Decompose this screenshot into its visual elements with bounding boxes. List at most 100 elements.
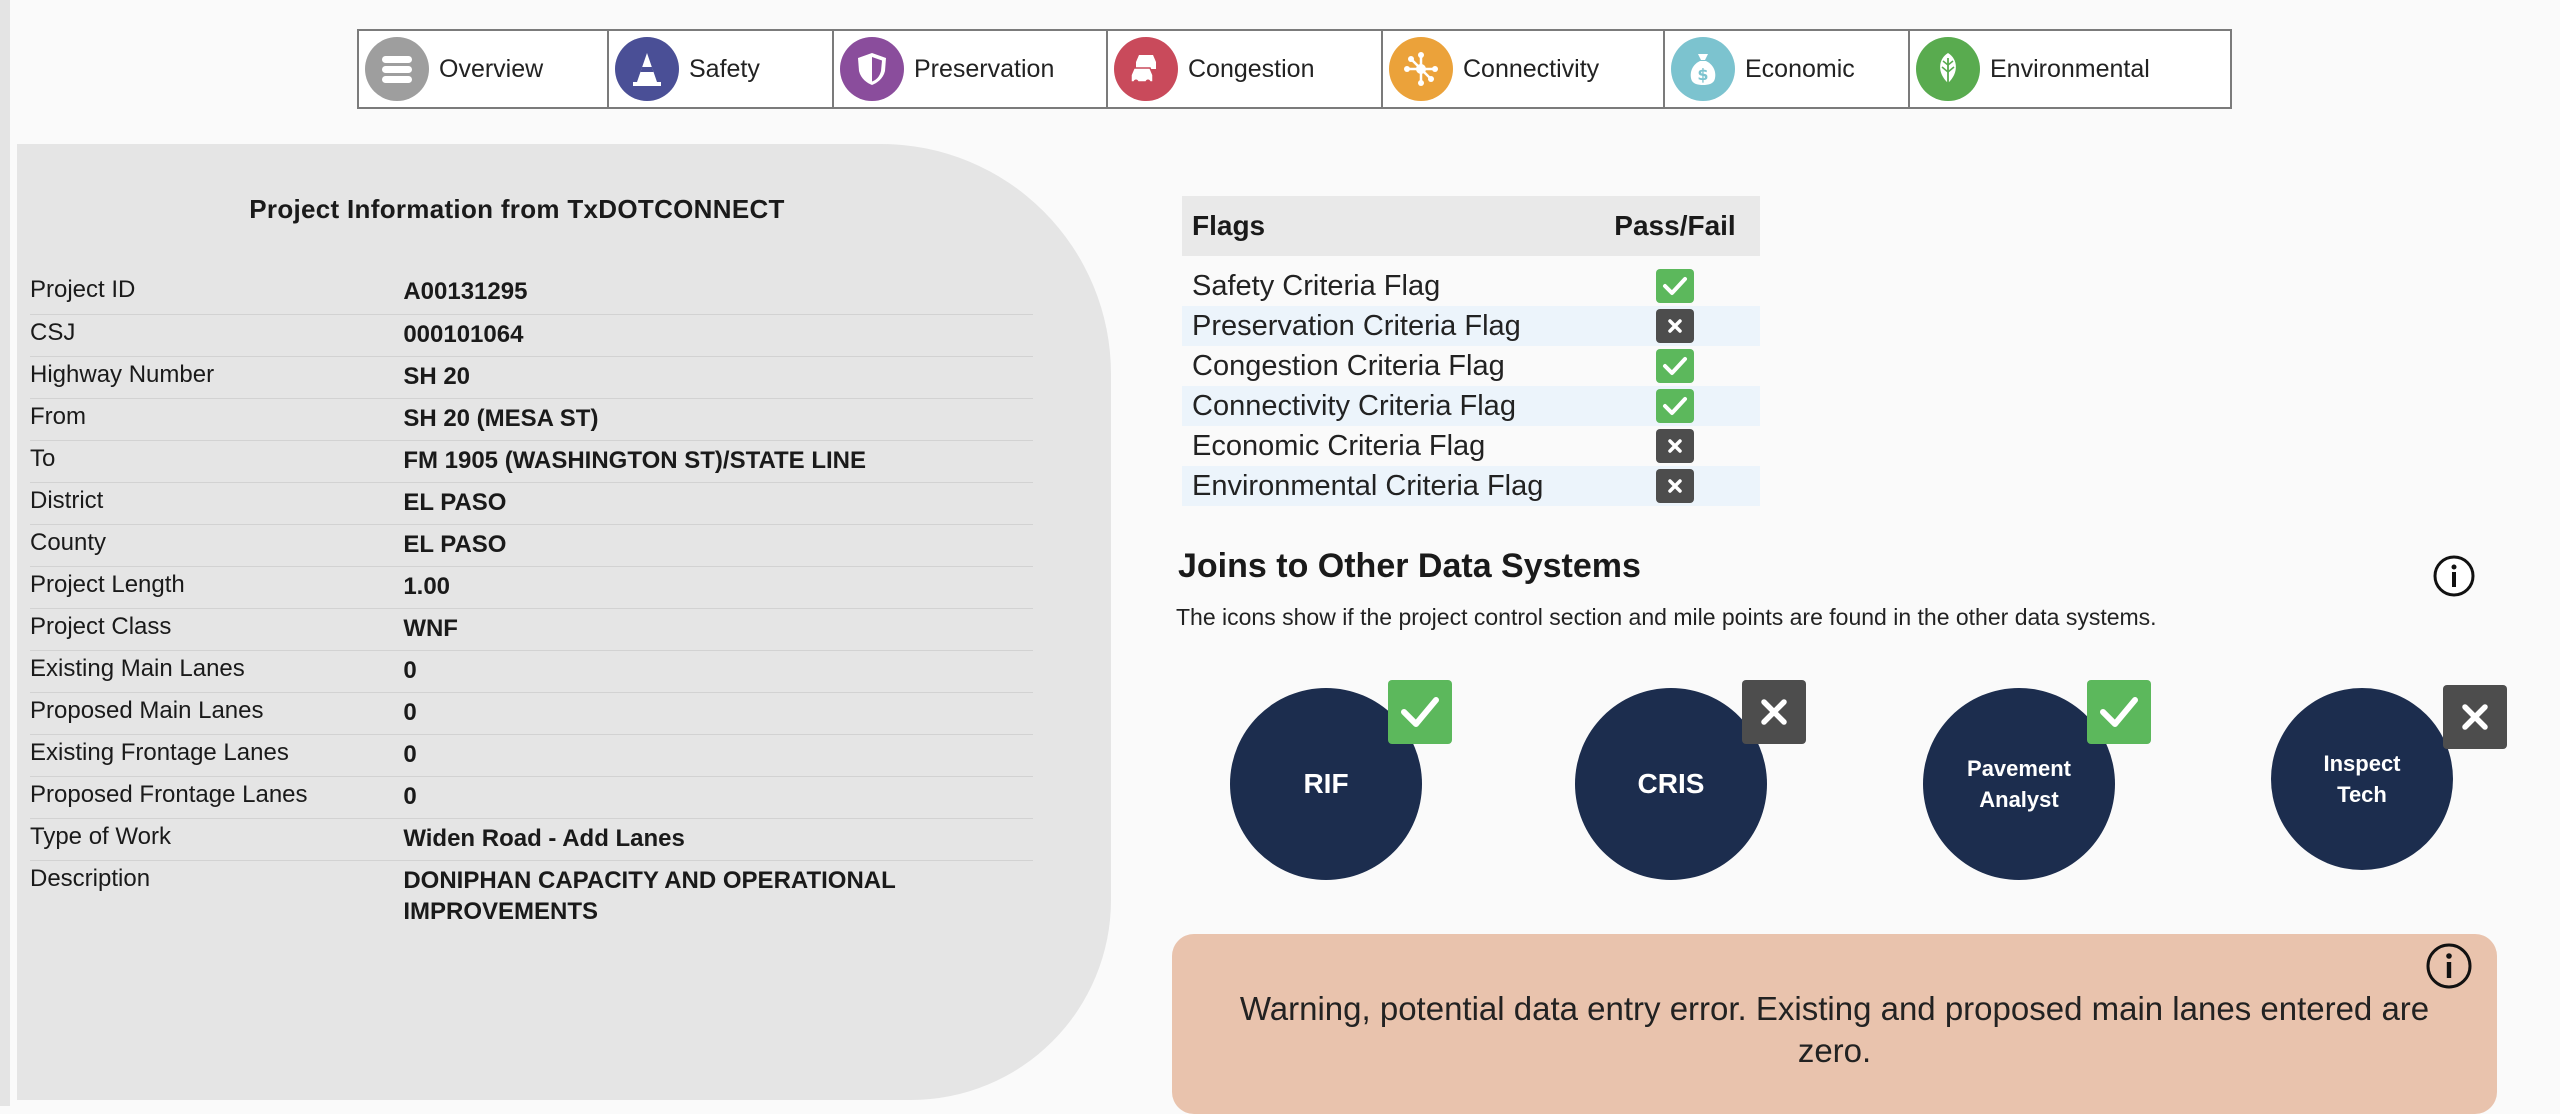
system-cris: CRIS — [1575, 688, 1767, 880]
field-label: Project Length — [30, 566, 404, 609]
field-label: CSJ — [30, 314, 404, 357]
network-icon — [1389, 37, 1453, 101]
flag-label: Connectivity Criteria Flag — [1182, 386, 1590, 426]
table-row: Highway Number SH 20 — [30, 356, 1033, 399]
table-row: To FM 1905 (WASHINGTON ST)/STATE LINE — [30, 440, 1033, 483]
field-label: County — [30, 524, 404, 567]
table-row: Proposed Frontage Lanes 0 — [30, 776, 1033, 819]
field-value: SH 20 (MESA ST) — [403, 398, 1033, 441]
safety-cone-icon — [615, 37, 679, 101]
check-icon — [1656, 349, 1694, 384]
field-value: EL PASO — [403, 524, 1033, 567]
tab-label: Connectivity — [1463, 54, 1600, 83]
tab-economic[interactable]: $ Economic — [1665, 31, 1910, 107]
field-value: SH 20 — [403, 356, 1033, 399]
table-row: Existing Main Lanes 0 — [30, 650, 1033, 693]
table-row: CSJ 000101064 — [30, 314, 1033, 357]
check-icon — [1656, 389, 1694, 424]
table-row: County EL PASO — [30, 524, 1033, 567]
shield-icon — [840, 37, 904, 101]
field-label: District — [30, 482, 404, 525]
table-row: Proposed Main Lanes 0 — [30, 692, 1033, 735]
tab-label: Economic — [1745, 54, 1855, 83]
field-value: EL PASO — [403, 482, 1033, 525]
field-label: Highway Number — [30, 356, 404, 399]
flags-table: Flags Pass/Fail Safety Criteria Flag Pre… — [1182, 196, 1760, 506]
project-info-table: Project ID A00131295 CSJ 000101064 Highway… — [30, 272, 1033, 927]
flag-row: Connectivity Criteria Flag — [1182, 386, 1760, 426]
x-icon — [1742, 680, 1806, 744]
field-label: Proposed Main Lanes — [30, 692, 404, 735]
field-label: Project Class — [30, 608, 404, 651]
tab-overview[interactable]: Overview — [359, 31, 609, 107]
tab-congestion[interactable]: Congestion — [1108, 31, 1383, 107]
table-row: Type of Work Widen Road - Add Lanes — [30, 818, 1033, 861]
field-label: Description — [30, 864, 151, 892]
table-row: From SH 20 (MESA ST) — [30, 398, 1033, 441]
flag-label: Safety Criteria Flag — [1192, 269, 1441, 302]
field-label: Proposed Frontage Lanes — [30, 776, 404, 819]
check-icon — [1388, 680, 1452, 744]
check-icon — [2087, 680, 2151, 744]
field-label: Project ID — [30, 272, 404, 315]
field-label: From — [30, 398, 404, 441]
x-icon — [1656, 469, 1694, 504]
field-label: Type of Work — [30, 818, 404, 861]
x-icon — [2443, 685, 2507, 749]
field-value: Widen Road - Add Lanes — [403, 818, 1033, 861]
warning-text: Warning, potential data entry error. Exi… — [1239, 990, 2430, 1069]
tab-label: Congestion — [1188, 54, 1315, 83]
field-value: FM 1905 (WASHINGTON ST)/STATE LINE — [403, 440, 1033, 483]
system-label: RIF — [1303, 768, 1349, 799]
tab-label: Environmental — [1990, 54, 2150, 83]
warning-banner: Warning, potential data entry error. Exi… — [1172, 934, 2497, 1114]
flag-label: Preservation Criteria Flag — [1182, 306, 1590, 346]
field-label: To — [30, 440, 404, 483]
left-edge-bar — [0, 0, 10, 1106]
flag-row: Preservation Criteria Flag — [1182, 306, 1760, 346]
tab-connectivity[interactable]: Connectivity — [1383, 31, 1665, 107]
info-icon[interactable] — [2432, 554, 2476, 598]
flag-row: Safety Criteria Flag — [1182, 266, 1760, 306]
info-icon[interactable] — [2424, 941, 2474, 991]
money-bag-icon: $ — [1671, 37, 1735, 101]
flag-label: Congestion Criteria Flag — [1192, 349, 1505, 382]
flag-row: Congestion Criteria Flag — [1182, 346, 1760, 386]
field-value: 0 — [403, 734, 1033, 777]
svg-text:$: $ — [1697, 65, 1708, 84]
system-label: CRIS — [1637, 768, 1705, 799]
field-value: A00131295 — [403, 272, 1033, 315]
tab-label: Safety — [689, 54, 760, 83]
tab-safety[interactable]: Safety — [609, 31, 834, 107]
system-inspect-tech: Inspect Tech — [2271, 688, 2453, 870]
table-row: Project Length 1.00 — [30, 566, 1033, 609]
table-row: Description DONIPHAN CAPACITY AND OPERATI… — [30, 860, 1033, 927]
tab-environmental[interactable]: Environmental — [1910, 31, 2230, 107]
table-row: District EL PASO — [30, 482, 1033, 525]
field-value: 000101064 — [403, 314, 1033, 357]
x-icon — [1656, 309, 1694, 344]
category-nav: Overview Safety Preservation Congestion … — [357, 29, 2232, 109]
pass-fail-header: Pass/Fail — [1590, 196, 1760, 256]
leaf-icon — [1916, 37, 1980, 101]
field-value: DONIPHAN CAPACITY AND OPERATIONAL IMPROV… — [403, 866, 896, 925]
cars-icon — [1114, 37, 1178, 101]
joins-title: Joins to Other Data Systems — [1178, 547, 1641, 585]
field-value: 0 — [403, 776, 1033, 819]
table-row: Project Class WNF — [30, 608, 1033, 651]
flag-row: Economic Criteria Flag — [1182, 426, 1760, 466]
check-icon — [1656, 269, 1694, 304]
flag-row: Environmental Criteria Flag — [1182, 466, 1760, 506]
field-value: 1.00 — [403, 566, 1033, 609]
flag-label: Environmental Criteria Flag — [1182, 466, 1590, 506]
system-label: Inspect Tech — [2323, 751, 2401, 807]
overview-icon — [365, 37, 429, 101]
table-row: Project ID A00131295 — [30, 272, 1033, 315]
tab-label: Preservation — [914, 54, 1055, 83]
tab-preservation[interactable]: Preservation — [834, 31, 1108, 107]
project-info-title: Project Information from TxDOTCONNECT — [249, 194, 785, 224]
flags-header: Flags — [1182, 196, 1590, 256]
table-row: Existing Frontage Lanes 0 — [30, 734, 1033, 777]
x-icon — [1656, 429, 1694, 464]
tab-label: Overview — [439, 54, 544, 83]
